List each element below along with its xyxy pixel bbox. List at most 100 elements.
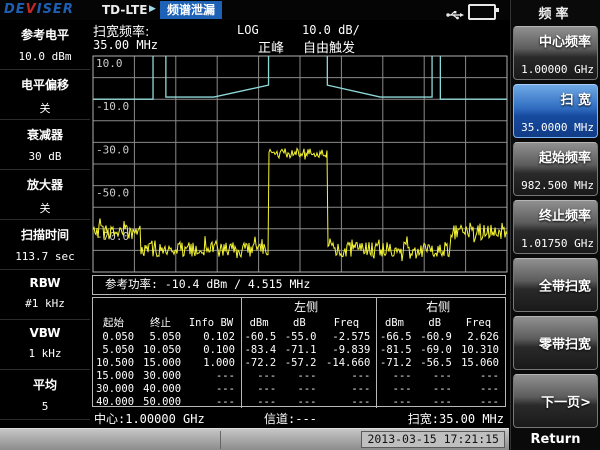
table-row: 30.00040.000--------------------- bbox=[93, 382, 505, 395]
table-cell: 30.000 bbox=[93, 382, 140, 395]
softkey-span[interactable]: 扫 宽 35.0000 MHz bbox=[513, 84, 598, 138]
table-cell: 10.310 bbox=[458, 343, 505, 356]
table-cell: 50.000 bbox=[140, 395, 187, 408]
table-cell: 1.000 bbox=[187, 356, 241, 369]
table-col-header: Freq bbox=[458, 315, 505, 330]
param-ref-level: 参考电平 10.0 dBm bbox=[0, 20, 90, 70]
table-cell: --- bbox=[322, 382, 376, 395]
table-row: 0.0505.0500.102-60.5-55.0-2.575-66.5-60.… bbox=[93, 330, 505, 343]
table-cell: 15.060 bbox=[458, 356, 505, 369]
table-cell: --- bbox=[282, 369, 322, 382]
table-cell: -71.1 bbox=[282, 343, 322, 356]
table-cell: --- bbox=[377, 369, 418, 382]
group-header-right: 右侧 bbox=[377, 298, 505, 315]
table-cell: --- bbox=[187, 395, 241, 408]
table-cell: 15.000 bbox=[93, 369, 140, 382]
table-col-header: dBm bbox=[377, 315, 418, 330]
table-cell: --- bbox=[322, 369, 376, 382]
scale-type-label: LOG bbox=[237, 23, 259, 37]
table-cell: --- bbox=[241, 382, 282, 395]
y-axis-label: -70.0 bbox=[96, 230, 129, 243]
table-col-header: dB bbox=[282, 315, 322, 330]
softkey-zero-span[interactable]: 零带扫宽 bbox=[513, 316, 598, 370]
table-cell: --- bbox=[187, 382, 241, 395]
table-group-row: 左侧 右侧 bbox=[93, 298, 505, 315]
table-col-header: dBm bbox=[241, 315, 282, 330]
softkey-panel: 频率 中心频率 1.00000 GHz 扫 宽 35.0000 MHz 起始频率… bbox=[510, 0, 600, 450]
param-level-offset: 电平偏移 关 bbox=[0, 70, 90, 120]
table-cell: 0.100 bbox=[187, 343, 241, 356]
table-cell: -2.575 bbox=[322, 330, 376, 343]
spectrum-chart: 10.0-10.0-30.0-50.0-70.0 bbox=[92, 55, 508, 273]
table-cell: --- bbox=[418, 369, 458, 382]
table-cell: 5.050 bbox=[93, 343, 140, 356]
param-average: 平均 5 bbox=[0, 370, 90, 420]
table-cell: -60.5 bbox=[241, 330, 282, 343]
table-cell: -56.5 bbox=[418, 356, 458, 369]
table-col-header: dB bbox=[418, 315, 458, 330]
table-cell: --- bbox=[377, 382, 418, 395]
table-col-header: 终止 bbox=[140, 315, 187, 330]
deviser-logo: DEVISER bbox=[4, 2, 74, 17]
table-cell: --- bbox=[458, 369, 505, 382]
table-cell: 5.050 bbox=[140, 330, 187, 343]
table-cell: -66.5 bbox=[377, 330, 418, 343]
bottom-bar-divider bbox=[220, 431, 221, 449]
datetime-display: 2013-03-15 17:21:15 bbox=[361, 431, 505, 448]
y-axis-label: -30.0 bbox=[96, 143, 129, 156]
detector-label: 正峰 bbox=[258, 37, 284, 56]
table-row: 5.05010.0500.100-83.4-71.1-9.839-81.5-69… bbox=[93, 343, 505, 356]
table-cell: --- bbox=[282, 395, 322, 408]
leakage-table-body: 0.0505.0500.102-60.5-55.0-2.575-66.5-60.… bbox=[93, 330, 505, 408]
table-cell: --- bbox=[418, 395, 458, 408]
table-cell: -83.4 bbox=[241, 343, 282, 356]
table-cell: 10.050 bbox=[140, 343, 187, 356]
table-cell: --- bbox=[322, 395, 376, 408]
limit-line bbox=[327, 56, 432, 97]
breadcrumb[interactable]: TD-LTE bbox=[102, 3, 147, 17]
table-cell: -72.2 bbox=[241, 356, 282, 369]
status-channel: 信道:--- bbox=[264, 410, 317, 427]
table-col-header: Freq bbox=[322, 315, 376, 330]
param-rbw: RBW #1 kHz bbox=[0, 270, 90, 320]
softkey-center-freq[interactable]: 中心频率 1.00000 GHz bbox=[513, 26, 598, 80]
spectrum-analyzer-screen: DEVISER TD-LTE ▶ 频谱泄漏 参考电平 10.0 dBm 电平偏移… bbox=[0, 0, 600, 450]
table-col-header: Info BW bbox=[187, 315, 241, 330]
y-axis-label: -50.0 bbox=[96, 187, 129, 200]
table-cell: 15.000 bbox=[140, 356, 187, 369]
param-vbw: VBW 1 kHz bbox=[0, 320, 90, 370]
table-cell: 40.000 bbox=[140, 382, 187, 395]
tab-spectrum-leakage[interactable]: 频谱泄漏 bbox=[160, 1, 222, 19]
table-cell: -55.0 bbox=[282, 330, 322, 343]
y-axis-label: -10.0 bbox=[96, 100, 129, 113]
group-header-left: 左侧 bbox=[241, 298, 376, 315]
status-center-freq: 中心:1.00000 GHz bbox=[94, 410, 205, 427]
softkey-menu-title: 频率 bbox=[511, 0, 600, 24]
softkey-next-page[interactable]: 下一页> bbox=[513, 374, 598, 428]
status-span: 扫宽:35.00 MHz bbox=[408, 410, 504, 427]
battery-icon bbox=[468, 4, 496, 20]
table-cell: 2.626 bbox=[458, 330, 505, 343]
table-cell: -81.5 bbox=[377, 343, 418, 356]
softkey-full-span[interactable]: 全带扫宽 bbox=[513, 258, 598, 312]
table-cell: 40.000 bbox=[93, 395, 140, 408]
table-cell: -14.660 bbox=[322, 356, 376, 369]
table-row: 15.00030.000--------------------- bbox=[93, 369, 505, 382]
table-cell: -69.0 bbox=[418, 343, 458, 356]
bottom-bar: 2013-03-15 17:21:15 bbox=[0, 428, 509, 450]
return-button[interactable]: Return bbox=[511, 432, 600, 447]
table-cell: -71.2 bbox=[377, 356, 418, 369]
spectrum-grid bbox=[93, 56, 507, 272]
softkey-stop-freq[interactable]: 终止频率 1.01750 GHz bbox=[513, 200, 598, 254]
table-cell: --- bbox=[377, 395, 418, 408]
table-cell: --- bbox=[241, 369, 282, 382]
table-cell: --- bbox=[282, 382, 322, 395]
table-cell: -57.2 bbox=[282, 356, 322, 369]
table-cell: --- bbox=[187, 369, 241, 382]
table-cell: --- bbox=[241, 395, 282, 408]
table-row: 40.00050.000--------------------- bbox=[93, 395, 505, 408]
sweep-freq-value: 35.00 MHz bbox=[93, 38, 158, 52]
softkey-start-freq[interactable]: 起始频率 982.500 MHz bbox=[513, 142, 598, 196]
param-attenuator: 衰减器 30 dB bbox=[0, 120, 90, 170]
table-col-header: 起始 bbox=[93, 315, 140, 330]
